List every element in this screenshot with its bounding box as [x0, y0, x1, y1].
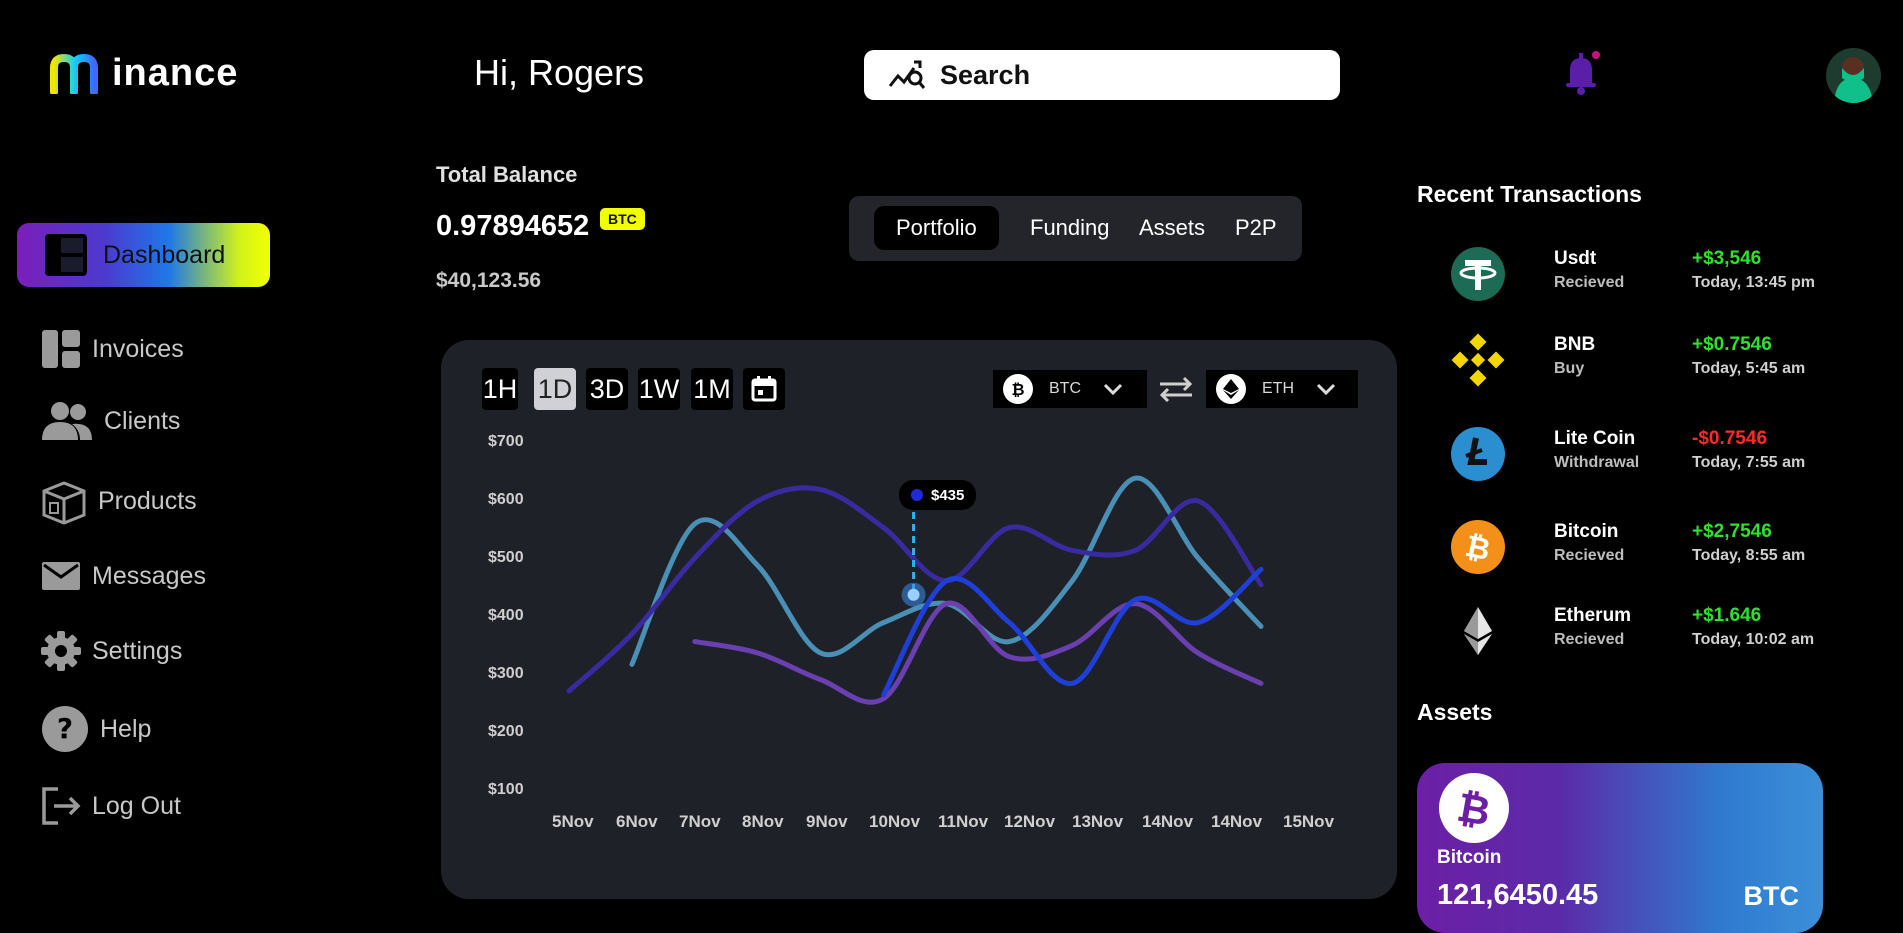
transaction-time: Today, 5:45 am — [1692, 360, 1806, 377]
search-chart-icon — [888, 60, 926, 89]
help-icon: ? — [42, 706, 88, 752]
sidebar-item-label: Help — [100, 714, 152, 743]
ethereum-icon — [1464, 607, 1492, 655]
transaction-amount: +$1.646 — [1692, 605, 1762, 626]
balance-title: Total Balance — [436, 162, 578, 187]
clients-icon — [42, 402, 92, 440]
tab-p2p[interactable]: P2P — [1235, 206, 1277, 250]
bitcoin-icon: ₿ — [1439, 773, 1509, 843]
transaction-row[interactable]: Etherum Recieved +$1.646 Today, 10:02 am — [1450, 601, 1880, 663]
sidebar-item-label: Clients — [104, 406, 181, 435]
transaction-row[interactable]: ₿ Bitcoin Recieved +$2,7546 Today, 8:55 … — [1450, 517, 1880, 579]
transaction-amount: -$0.7546 — [1692, 428, 1768, 449]
sidebar-item-invoices[interactable]: Invoices — [40, 328, 184, 370]
sidebar-item-settings[interactable]: Settings — [40, 630, 182, 672]
transaction-row[interactable]: Usdt Recieved +$3,546 Today, 13:45 pm — [1450, 244, 1880, 306]
transaction-amount: +$0.7546 — [1692, 334, 1772, 355]
transaction-type: Recieved — [1554, 274, 1625, 291]
balance-value: 0.97894652 — [436, 210, 590, 242]
logo-text: inance — [112, 52, 239, 94]
tooltip-value: $435 — [931, 486, 965, 504]
transaction-name: BNB — [1554, 334, 1596, 355]
sidebar-item-messages[interactable]: Messages — [40, 555, 206, 597]
transaction-time: Today, 7:55 am — [1692, 454, 1806, 471]
portfolio-tabs: Portfolio Funding Assets P2P — [849, 196, 1302, 261]
bell-icon — [1566, 51, 1600, 95]
recent-transactions-title: Recent Transactions — [1417, 181, 1642, 207]
transaction-name: Usdt — [1554, 248, 1597, 269]
balance-usd: $40,123.56 — [436, 269, 542, 292]
transaction-name: Lite Coin — [1554, 428, 1636, 449]
greeting: Hi, Rogers — [474, 52, 645, 93]
sidebar-item-dashboard[interactable]: Dashboard — [17, 223, 270, 287]
balance-unit-badge: BTC — [600, 208, 645, 230]
logo-m-icon — [50, 53, 98, 94]
tooltip-dot — [911, 489, 923, 501]
avatar[interactable] — [1826, 48, 1881, 103]
sidebar-item-label: Dashboard — [103, 240, 226, 269]
brand-logo[interactable]: inance — [48, 52, 238, 95]
bitcoin-icon: ₿ — [1451, 520, 1505, 574]
bnb-icon — [1451, 333, 1505, 387]
svg-text:₿: ₿ — [1454, 784, 1494, 833]
transaction-type: Recieved — [1554, 631, 1625, 648]
asset-symbol: BTC — [1743, 881, 1800, 911]
transaction-time: Today, 8:55 am — [1692, 547, 1806, 564]
search-bar[interactable]: Search — [864, 50, 1340, 100]
tab-portfolio[interactable]: Portfolio — [874, 206, 999, 250]
sidebar-item-label: Settings — [92, 636, 183, 665]
tab-assets[interactable]: Assets — [1139, 206, 1205, 250]
asset-card-bitcoin[interactable]: ₿ Bitcoin 121,6450.45 BTC — [1417, 763, 1823, 933]
sidebar-item-help[interactable]: ? Help — [40, 704, 151, 754]
sidebar-item-logout[interactable]: Log Out — [40, 785, 181, 827]
invoices-icon — [42, 330, 80, 368]
search-label: Search — [940, 59, 1031, 90]
assets-title: Assets — [1417, 699, 1493, 725]
sidebar-item-clients[interactable]: Clients — [40, 400, 180, 442]
products-icon — [42, 481, 86, 525]
asset-name: Bitcoin — [1437, 847, 1502, 868]
gear-icon — [41, 631, 81, 671]
notifications-button[interactable] — [1560, 48, 1604, 101]
user-avatar-icon — [1826, 48, 1881, 103]
transaction-name: Bitcoin — [1554, 521, 1619, 542]
tether-icon — [1451, 247, 1505, 301]
tab-funding[interactable]: Funding — [1030, 206, 1110, 250]
sidebar-item-label: Log Out — [92, 791, 181, 820]
litecoin-icon — [1451, 427, 1505, 481]
sidebar-item-products[interactable]: Products — [40, 477, 197, 525]
annotation-point-core — [907, 588, 920, 601]
transaction-type: Withdrawal — [1554, 454, 1640, 471]
logout-icon — [42, 787, 81, 825]
transaction-name: Etherum — [1554, 605, 1632, 626]
chart-tooltip: $435 — [899, 480, 977, 510]
transaction-row[interactable]: BNB Buy +$0.7546 Today, 5:45 am — [1450, 330, 1880, 392]
envelope-icon — [42, 562, 80, 590]
transaction-amount: +$2,7546 — [1692, 521, 1772, 542]
price-chart-card: 1H 1D 3D 1W 1M ₿ BTC ETH $700 $600 $500 … — [441, 340, 1397, 899]
svg-text:?: ? — [57, 712, 73, 745]
chart-plot[interactable] — [441, 340, 1397, 899]
dashboard-icon — [45, 234, 87, 276]
asset-amount: 121,6450.45 — [1437, 879, 1599, 911]
sidebar-item-label: Messages — [92, 561, 206, 590]
transaction-time: Today, 10:02 am — [1692, 631, 1815, 648]
sidebar-item-label: Invoices — [92, 334, 184, 363]
transaction-row[interactable]: Lite Coin Withdrawal -$0.7546 Today, 7:5… — [1450, 424, 1880, 486]
transaction-time: Today, 13:45 pm — [1692, 274, 1815, 291]
series-line — [881, 566, 1264, 698]
transaction-type: Buy — [1554, 360, 1585, 377]
sidebar-item-label: Products — [98, 486, 197, 515]
transaction-amount: +$3,546 — [1692, 248, 1762, 269]
transaction-type: Recieved — [1554, 547, 1625, 564]
